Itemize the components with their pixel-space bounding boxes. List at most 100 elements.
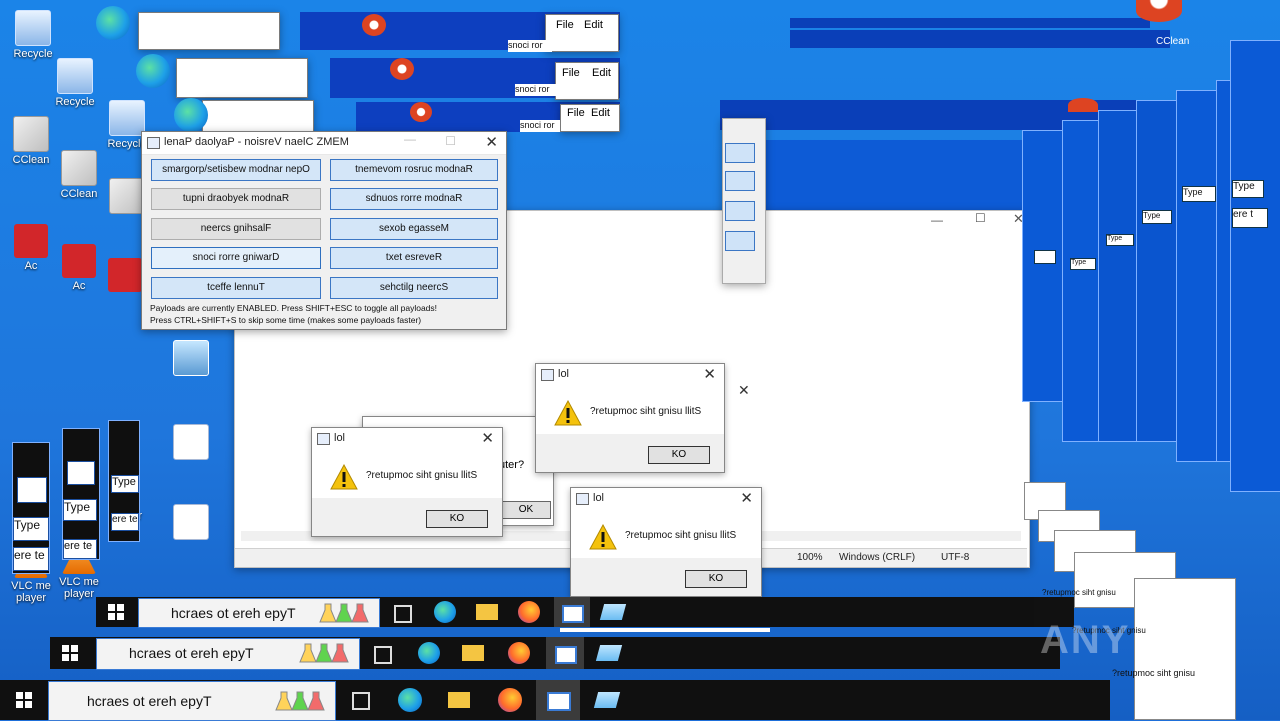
- ok-button[interactable]: KO: [685, 570, 747, 588]
- ok-button[interactable]: KO: [648, 446, 710, 464]
- task-view-icon[interactable]: [352, 692, 370, 710]
- close-icon[interactable]: ✕: [481, 429, 494, 447]
- edge-icon[interactable]: [398, 688, 422, 712]
- notepad-icon[interactable]: [595, 645, 623, 661]
- search-placeholder: hcraes ot ereh epyT: [87, 693, 212, 709]
- watermark: ANY RUN: [1040, 618, 1236, 662]
- payload-button-cursor-movement[interactable]: tnemevom rosruc modnaR: [330, 159, 498, 181]
- desktop-icon-recycle[interactable]: Recycle: [2, 10, 64, 60]
- close-icon[interactable]: ✕: [738, 382, 750, 399]
- maximize-icon[interactable]: ☐: [975, 211, 986, 225]
- message-text-fragment: ?retupmoc siht gnisu: [1112, 668, 1196, 678]
- search-placeholder: hcraes ot ereh epyT: [129, 645, 254, 661]
- desktop-icon-word[interactable]: [160, 504, 222, 542]
- ok-button[interactable]: KO: [426, 510, 488, 528]
- firefox-icon[interactable]: [508, 642, 530, 664]
- firefox-icon[interactable]: [518, 601, 540, 623]
- ok-button[interactable]: OK: [501, 501, 551, 519]
- flasks-icon: [299, 643, 349, 663]
- notepad-text-fragment: snoci ror: [515, 84, 559, 96]
- start-button[interactable]: [108, 604, 124, 620]
- acrobat-icon: [108, 258, 142, 292]
- payload-skip-hint: Press CTRL+SHIFT+S to skip some time (ma…: [150, 315, 422, 325]
- desktop-icon-edge[interactable]: [82, 6, 144, 42]
- search-box[interactable]: hcraes ot ereh epyT: [48, 681, 336, 721]
- firefox-icon[interactable]: [498, 688, 522, 712]
- payload-button-error-sounds[interactable]: sdnuos rorre modnaR: [330, 188, 498, 210]
- payload-button-reverse-text[interactable]: txet esreveR: [330, 247, 498, 269]
- menu-edit[interactable]: Edit: [584, 19, 603, 31]
- notepad-icon[interactable]: [599, 604, 627, 620]
- taskbar-memz-app[interactable]: [546, 637, 584, 669]
- task-view-icon[interactable]: [374, 646, 392, 664]
- status-line-endings: Windows (CRLF): [839, 552, 916, 563]
- here-fragment: ere t: [1232, 208, 1268, 228]
- notepad-icon[interactable]: [593, 692, 621, 708]
- app-icon: [147, 137, 160, 149]
- start-button[interactable]: [16, 692, 32, 708]
- flasks-icon: [275, 691, 325, 711]
- search-box[interactable]: hcraes ot ereh epyT: [138, 598, 380, 628]
- desktop-icon-edge[interactable]: [122, 54, 184, 90]
- message-body: ?retupmoc siht gnisu llitS: [571, 510, 761, 558]
- taskbar-memz-app[interactable]: [536, 680, 580, 720]
- close-icon[interactable]: ✕: [703, 365, 716, 383]
- payload-status-text: Payloads are currently ENABLED. Press SH…: [150, 303, 438, 313]
- search-box[interactable]: hcraes ot ereh epyT: [96, 638, 360, 670]
- desktop-icon-label: Ac: [72, 280, 86, 292]
- tunnel-fragment: Type ere te: [12, 442, 50, 574]
- ccleaner-icon: [61, 150, 97, 186]
- file-explorer-icon[interactable]: [462, 645, 484, 661]
- maximize-icon[interactable]: ☐: [445, 134, 456, 148]
- desktop-icon-image[interactable]: [160, 340, 222, 378]
- word-document-icon: [173, 424, 209, 460]
- edge-icon[interactable]: [418, 642, 440, 664]
- message-box: lol ✕ ?retupmoc siht gnisu llitS KO: [570, 487, 762, 597]
- file-explorer-icon[interactable]: [476, 604, 498, 620]
- notepad-text-fragment: snoci ror: [508, 40, 552, 52]
- payload-button-drawing-error-icons[interactable]: snoci rorre gniwarD: [151, 247, 321, 269]
- close-icon[interactable]: ✕: [740, 489, 753, 507]
- glitch-band: [790, 18, 1150, 28]
- desktop-icon-label: Recycle: [55, 96, 95, 108]
- close-icon[interactable]: ✕: [485, 133, 498, 151]
- desktop-icon-word[interactable]: [160, 424, 222, 462]
- message-title: lol: [334, 432, 346, 444]
- acrobat-icon: [62, 244, 96, 278]
- type-fragment: Type: [1232, 180, 1264, 198]
- cclean-fragment: CClean: [1156, 36, 1190, 47]
- taskbar: hcraes ot ereh epyT: [50, 637, 1060, 670]
- type-fragment: Type: [13, 517, 49, 541]
- window-title: lenaP daolyaP - noisreV naelC ZMEM: [164, 136, 349, 148]
- menu-file[interactable]: File: [556, 19, 574, 31]
- taskbar-memz-app[interactable]: [554, 597, 590, 627]
- task-view-icon[interactable]: [394, 605, 412, 623]
- edge-icon: [136, 54, 170, 88]
- minimize-icon[interactable]: —: [404, 132, 416, 146]
- file-explorer-icon[interactable]: [448, 692, 470, 708]
- edge-icon[interactable]: [434, 601, 456, 623]
- desktop-icon-edge[interactable]: [160, 98, 222, 134]
- payload-button-open-websites[interactable]: smargorp/setisbew modnar nepO: [151, 159, 321, 181]
- start-button[interactable]: [62, 645, 78, 661]
- warning-icon: [554, 400, 582, 426]
- payload-button-screen-glitches[interactable]: sehctilg neercS: [330, 277, 498, 299]
- payload-button-flashing-screen[interactable]: neercs gnihsalF: [151, 218, 321, 240]
- menu-edit[interactable]: Edit: [591, 107, 610, 119]
- menu-file[interactable]: File: [567, 107, 585, 119]
- message-title: lol: [593, 492, 605, 504]
- edge-icon: [174, 98, 208, 132]
- menu-edit[interactable]: Edit: [592, 67, 611, 79]
- menu-file[interactable]: File: [562, 67, 580, 79]
- message-box: lol ✕ ?retupmoc siht gnisu llitS KO: [311, 427, 503, 537]
- payload-button-message-boxes[interactable]: sexob egasseM: [330, 218, 498, 240]
- minimize-icon[interactable]: —: [931, 213, 943, 227]
- type-fragment: Type: [1070, 258, 1096, 270]
- message-text: ?retupmoc siht gnisu llitS: [366, 470, 478, 481]
- recycle-bin-icon: [109, 100, 145, 136]
- payload-button-keyboard-input[interactable]: tupni draobyek modnaR: [151, 188, 321, 210]
- here-fragment: ere te: [111, 513, 139, 531]
- ccleaner-icon: [109, 178, 145, 214]
- title-bar: lol ✕: [536, 364, 724, 387]
- payload-button-tunnel-effect[interactable]: tceffe lennuT: [151, 277, 321, 299]
